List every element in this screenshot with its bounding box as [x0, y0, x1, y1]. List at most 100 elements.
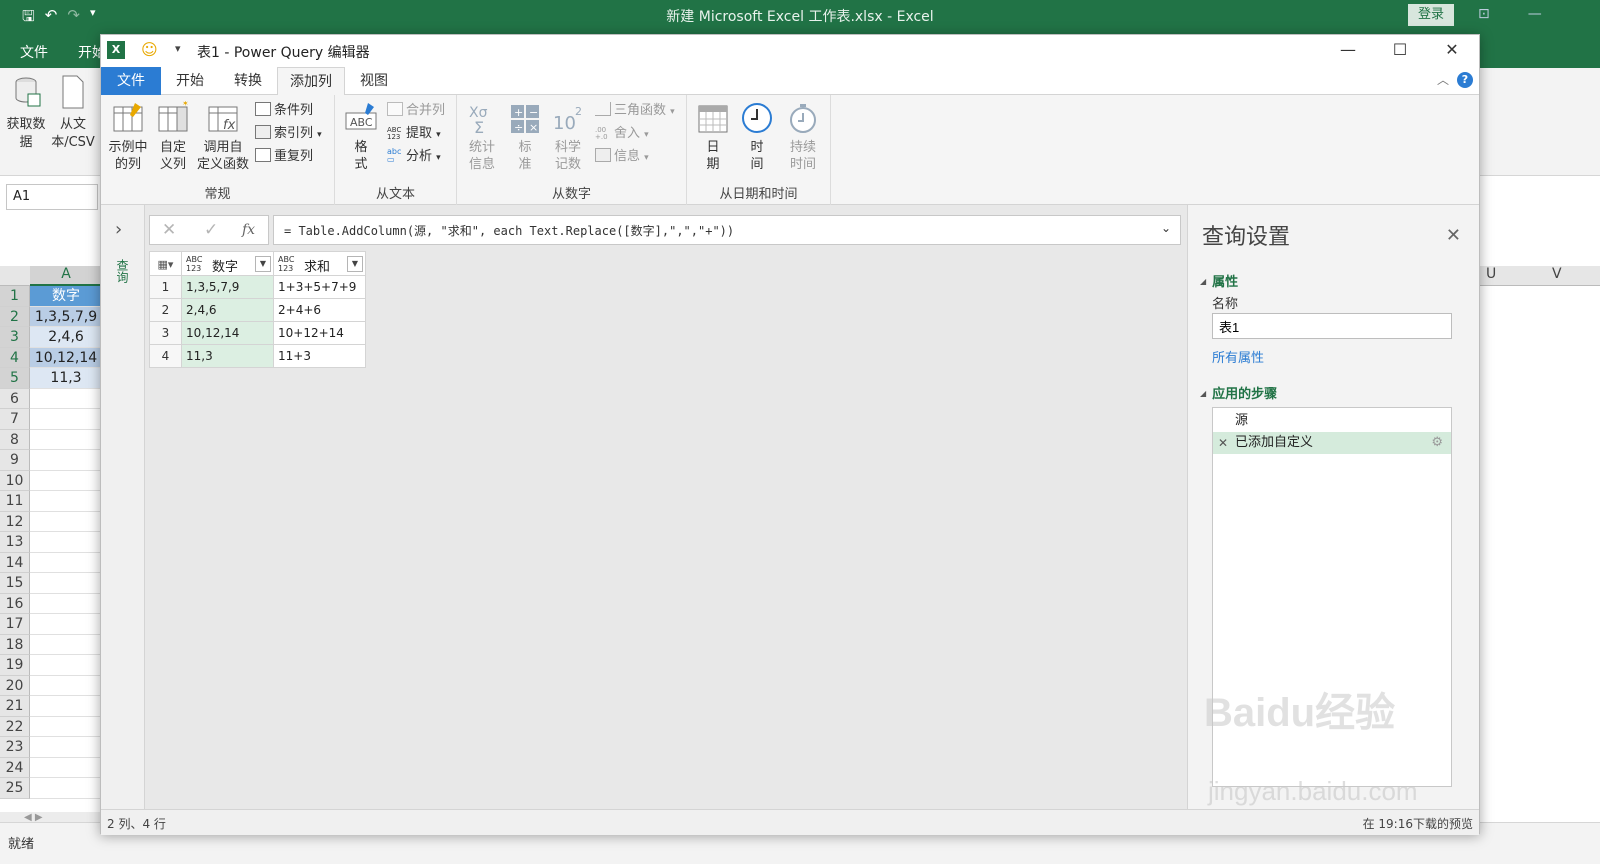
table-cell[interactable]: 2,4,6	[181, 298, 274, 322]
applied-steps-section-header[interactable]: ◢ 应用的步骤	[1200, 383, 1277, 402]
sheet-cell[interactable]	[30, 389, 102, 409]
trigonometry-button[interactable]: 三角函数 ▾	[595, 101, 675, 121]
any-type-icon[interactable]: ABC 123	[278, 255, 294, 273]
sheet-cell[interactable]: 2,4,6	[30, 327, 102, 348]
sheet-cell[interactable]: 1,3,5,7,9	[30, 306, 102, 327]
trigonometry-dropdown-icon[interactable]: ▾	[670, 107, 675, 117]
time-button[interactable]: 时 间	[737, 101, 777, 173]
close-settings-icon[interactable]: ✕	[1446, 225, 1461, 246]
row-header[interactable]: 9	[0, 450, 30, 471]
step-source[interactable]: 源	[1213, 410, 1451, 432]
extract-dropdown-icon[interactable]: ▾	[436, 130, 441, 140]
tab-add-column[interactable]: 添加列	[277, 67, 345, 96]
parse-button[interactable]: abc ▭ 分析 ▾	[387, 147, 441, 167]
information-button[interactable]: 信息 ▾	[595, 147, 649, 167]
sheet-cell[interactable]	[30, 696, 102, 717]
index-column-dropdown-icon[interactable]: ▾	[317, 130, 322, 140]
sheet-cell[interactable]	[30, 573, 102, 594]
sheet-cell[interactable]	[30, 491, 102, 512]
sheet-cell[interactable]	[30, 450, 102, 471]
row-header[interactable]: 5	[0, 368, 30, 389]
table-cell[interactable]: 11,3	[181, 344, 274, 368]
queries-pane-label[interactable]: 查询	[115, 259, 131, 283]
minimize-button[interactable]: —	[1333, 39, 1363, 61]
sheet-cell[interactable]	[30, 430, 102, 450]
feedback-smiley-icon[interactable]: ☺	[141, 40, 158, 59]
column-u-header[interactable]: U	[1486, 266, 1496, 282]
row-header[interactable]: 11	[0, 491, 30, 512]
conditional-column-button[interactable]: 条件列	[255, 101, 313, 121]
column-from-examples-button[interactable]: 示例中 的列	[105, 101, 151, 173]
table-cell[interactable]: 2+4+6	[273, 298, 366, 322]
cancel-formula-icon[interactable]: ✕	[162, 220, 176, 240]
excel-tab-file[interactable]: 文件	[20, 42, 48, 62]
tab-transform[interactable]: 转换	[221, 67, 275, 95]
row-header[interactable]: 14	[0, 552, 30, 573]
duplicate-column-button[interactable]: 重复列	[255, 147, 313, 167]
rounding-dropdown-icon[interactable]: ▾	[644, 130, 649, 140]
table-cell[interactable]: 1+3+5+7+9	[273, 275, 366, 299]
row-header[interactable]: 13	[0, 532, 30, 553]
merge-columns-button[interactable]: 合并列	[387, 101, 445, 121]
column-header-sum[interactable]: ABC 123 求和 ▼	[273, 251, 366, 276]
statistics-button[interactable]: Xσ Σ 统计 信息	[461, 101, 503, 173]
sheet-cell[interactable]	[30, 553, 102, 573]
delete-step-icon[interactable]: ✕	[1218, 432, 1228, 454]
standard-button[interactable]: + − ÷ × 标 准	[505, 101, 545, 173]
expand-queries-chevron-icon[interactable]: ›	[115, 219, 122, 240]
tab-file[interactable]: 文件	[101, 67, 161, 95]
sheet-cell[interactable]	[30, 614, 102, 635]
row-header[interactable]: 12	[0, 511, 30, 532]
close-button[interactable]: ✕	[1437, 39, 1467, 61]
fx-icon[interactable]: fx	[242, 222, 255, 238]
table-cell[interactable]: 11+3	[273, 344, 366, 368]
row-header[interactable]: 2	[0, 306, 30, 327]
row-header[interactable]: 24	[0, 757, 30, 778]
row-header[interactable]: 18	[0, 634, 30, 655]
row-header[interactable]: 15	[0, 573, 30, 594]
column-a-header[interactable]: A	[30, 266, 102, 286]
index-column-button[interactable]: 索引列 ▾	[255, 124, 322, 144]
sheet-cell[interactable]	[30, 594, 102, 614]
get-data-button[interactable]: 获取数 据	[4, 74, 48, 152]
row-header[interactable]: 8	[0, 429, 30, 450]
row-header[interactable]: 6	[0, 388, 30, 409]
query-name-input[interactable]	[1212, 313, 1452, 339]
name-box[interactable]: A1	[6, 184, 98, 210]
format-button[interactable]: ABC 格 式	[341, 101, 381, 173]
parse-dropdown-icon[interactable]: ▾	[436, 153, 441, 163]
table-header-cell[interactable]: 数字	[30, 286, 102, 307]
sheet-cell[interactable]	[30, 717, 102, 737]
tab-view[interactable]: 视图	[349, 67, 399, 95]
ribbon-display-icon[interactable]: ⊡	[1478, 6, 1490, 22]
row-header[interactable]: 17	[0, 614, 30, 635]
row-header[interactable]: 22	[0, 716, 30, 737]
sheet-cell[interactable]	[30, 778, 102, 799]
login-button[interactable]: 登录	[1408, 4, 1454, 26]
row-header[interactable]: 3	[0, 327, 30, 348]
row-header[interactable]: 21	[0, 696, 30, 717]
step-added-custom[interactable]: ✕ 已添加自定义 ⚙	[1213, 432, 1451, 454]
row-header[interactable]: 19	[0, 655, 30, 676]
custom-column-button[interactable]: ✶ 自定 义列	[153, 101, 193, 173]
all-properties-link[interactable]: 所有属性	[1212, 347, 1264, 366]
sheet-cell[interactable]	[30, 409, 102, 430]
information-dropdown-icon[interactable]: ▾	[644, 153, 649, 163]
sheet-cell[interactable]: 11,3	[30, 368, 102, 389]
minimize-icon[interactable]: —	[1528, 6, 1542, 22]
sheet-cell[interactable]	[30, 758, 102, 778]
table-cell[interactable]: 1,3,5,7,9	[181, 275, 274, 299]
qat-dropdown-icon[interactable]: ▾	[175, 42, 181, 55]
table-cell[interactable]: 10,12,14	[181, 321, 274, 345]
column-v-header[interactable]: V	[1552, 266, 1562, 282]
table-cell[interactable]: 10+12+14	[273, 321, 366, 345]
gear-icon[interactable]: ⚙	[1431, 432, 1443, 454]
tab-home[interactable]: 开始	[163, 67, 217, 95]
any-type-icon[interactable]: ABC 123	[186, 255, 202, 273]
from-csv-button[interactable]: 从文 本/CSV	[50, 74, 96, 152]
sheet-cell[interactable]	[30, 635, 102, 655]
column-header-number[interactable]: ABC 123 数字 ▼	[181, 251, 274, 276]
invoke-custom-function-button[interactable]: fx 调用自 定义函数	[195, 101, 251, 173]
help-icon[interactable]: ?	[1457, 72, 1473, 88]
filter-dropdown-icon[interactable]: ▼	[347, 255, 363, 272]
